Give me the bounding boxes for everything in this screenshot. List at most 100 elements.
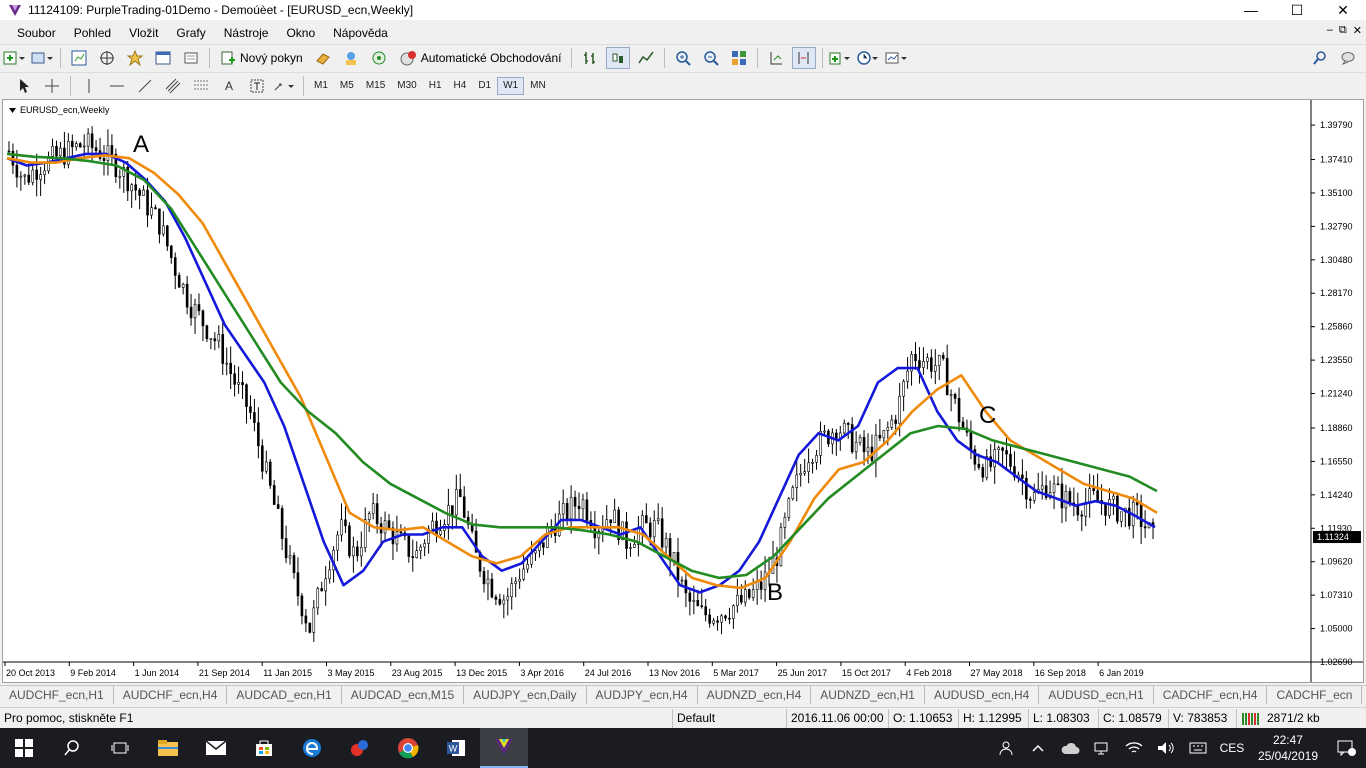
timeframe-w1[interactable]: W1: [497, 76, 525, 95]
symbol-tab[interactable]: AUDJPY_ecn,H4: [587, 686, 698, 704]
symbol-tab[interactable]: AUDJPY_ecn,Daily: [464, 686, 587, 704]
symbol-tab[interactable]: AUDNZD_ecn,H1: [811, 686, 925, 704]
text-icon[interactable]: A: [217, 75, 241, 97]
timeframe-h1[interactable]: H1: [423, 77, 448, 95]
symbol-tab[interactable]: AUDNZD_ecn,H4: [698, 686, 812, 704]
zoom-in-icon[interactable]: [671, 47, 695, 69]
clock[interactable]: 22:47 25/04/2019: [1250, 732, 1326, 764]
vertical-line-icon[interactable]: [77, 75, 101, 97]
search-taskbar-icon[interactable]: [48, 728, 96, 768]
tester-icon[interactable]: [179, 47, 203, 69]
gold-icon[interactable]: [311, 47, 335, 69]
text-label-icon[interactable]: [245, 75, 269, 97]
menu-grafy[interactable]: Grafy: [167, 26, 214, 40]
cursor-icon[interactable]: [12, 75, 36, 97]
new-chart-icon[interactable]: [2, 47, 26, 69]
profiles-icon[interactable]: [30, 47, 54, 69]
candle-body: [146, 189, 149, 216]
candle-body: [106, 145, 110, 161]
candle-body: [316, 588, 320, 609]
timeframe-mn[interactable]: MN: [524, 77, 552, 95]
menu-okno[interactable]: Okno: [277, 26, 324, 40]
word-icon[interactable]: W: [432, 728, 480, 768]
symbol-tab[interactable]: AUDCAD_ecn,M15: [342, 686, 465, 704]
symbol-tab[interactable]: AUDUSD_ecn,H4: [925, 686, 1040, 704]
timeframe-h4[interactable]: H4: [448, 77, 473, 95]
candle-body: [977, 463, 981, 468]
chart-shift-icon[interactable]: [792, 46, 817, 69]
language-indicator[interactable]: CES: [1214, 728, 1250, 768]
auto-trading-button[interactable]: Automatické Obchodování: [395, 47, 566, 69]
periods-icon[interactable]: [857, 47, 881, 69]
paint-icon[interactable]: [336, 728, 384, 768]
experts-icon[interactable]: [339, 47, 363, 69]
timeframe-m1[interactable]: M1: [308, 77, 334, 95]
edge-icon[interactable]: [288, 728, 336, 768]
equidistant-channel-icon[interactable]: [161, 75, 185, 97]
horizontal-line-icon[interactable]: [105, 75, 129, 97]
bar-chart-icon[interactable]: [578, 47, 602, 69]
candle-body: [763, 571, 767, 590]
symbol-tab[interactable]: AUDUSD_ecn,H1: [1039, 686, 1154, 704]
trendline-icon[interactable]: [133, 75, 157, 97]
market-watch-icon[interactable]: [67, 47, 91, 69]
menu-nastroje[interactable]: Nástroje: [215, 26, 278, 40]
indicators-icon[interactable]: [829, 47, 853, 69]
symbol-tab[interactable]: AUDCHF_ecn,H4: [114, 686, 228, 704]
candle-body: [569, 496, 573, 520]
fibonacci-icon[interactable]: [189, 75, 213, 97]
start-button[interactable]: [0, 728, 48, 768]
close-button[interactable]: ✕: [1320, 0, 1366, 20]
cloud-icon[interactable]: [1054, 728, 1086, 768]
store-icon[interactable]: [240, 728, 288, 768]
chart-window[interactable]: EURUSD_ecn,Weekly 1.39790 1.37410 1.35100 1…: [2, 99, 1364, 683]
mdi-close-button[interactable]: ✕: [1353, 24, 1362, 37]
wifi-icon[interactable]: [1118, 728, 1150, 768]
new-order-button[interactable]: Nový pokyn: [216, 47, 307, 69]
chat-icon[interactable]: [1336, 47, 1360, 69]
signals-icon[interactable]: [367, 47, 391, 69]
navigator-icon[interactable]: [123, 47, 147, 69]
timeframe-d1[interactable]: D1: [472, 77, 497, 95]
timeframe-m30[interactable]: M30: [391, 77, 422, 95]
mdi-restore-button[interactable]: ⧉: [1339, 24, 1347, 37]
search-icon[interactable]: [1308, 47, 1332, 69]
templates-icon[interactable]: [885, 47, 909, 69]
network-icon[interactable]: [1086, 728, 1118, 768]
auto-scroll-icon[interactable]: [764, 47, 788, 69]
people-icon[interactable]: [990, 728, 1022, 768]
candle-body: [205, 325, 209, 340]
crosshair-icon[interactable]: [40, 75, 64, 97]
mail-icon[interactable]: [192, 728, 240, 768]
maximize-button[interactable]: ☐: [1274, 0, 1320, 20]
file-explorer-icon[interactable]: [144, 728, 192, 768]
chevron-up-icon[interactable]: [1022, 728, 1054, 768]
notifications-icon[interactable]: [1326, 728, 1366, 768]
tile-windows-icon[interactable]: [727, 47, 751, 69]
menu-pohled[interactable]: Pohled: [65, 26, 120, 40]
keyboard-icon[interactable]: [1182, 728, 1214, 768]
task-view-icon[interactable]: [96, 728, 144, 768]
volume-icon[interactable]: [1150, 728, 1182, 768]
zoom-out-icon[interactable]: [699, 47, 723, 69]
price-chart[interactable]: 1.39790 1.37410 1.35100 1.32790 1.30480 1.281…: [3, 100, 1363, 682]
symbol-tab[interactable]: AUDCAD_ecn,H1: [227, 686, 342, 704]
arrows-icon[interactable]: [273, 75, 297, 97]
line-chart-icon[interactable]: [634, 47, 658, 69]
symbol-tab[interactable]: CADCHF_ecn: [1267, 686, 1363, 704]
menu-vlozit[interactable]: Vložit: [120, 26, 167, 40]
minimize-button[interactable]: —: [1228, 0, 1274, 20]
chrome-icon[interactable]: [384, 728, 432, 768]
menu-napoveda[interactable]: Nápověda: [324, 26, 397, 40]
terminal-icon[interactable]: [151, 47, 175, 69]
data-window-icon[interactable]: [95, 47, 119, 69]
symbol-tab[interactable]: CADCHF_ecn,H4: [1154, 686, 1268, 704]
symbol-tab[interactable]: AUDCHF_ecn,H1: [0, 686, 114, 704]
candlestick-icon[interactable]: [606, 46, 631, 69]
timeframe-m5[interactable]: M5: [334, 77, 360, 95]
mdi-minimize-button[interactable]: –: [1327, 24, 1333, 37]
menu-soubor[interactable]: Soubor: [8, 26, 65, 40]
metatrader-taskbar-icon[interactable]: [480, 728, 528, 768]
timeframe-m15[interactable]: M15: [360, 77, 391, 95]
clock-date: 25/04/2019: [1257, 749, 1318, 763]
